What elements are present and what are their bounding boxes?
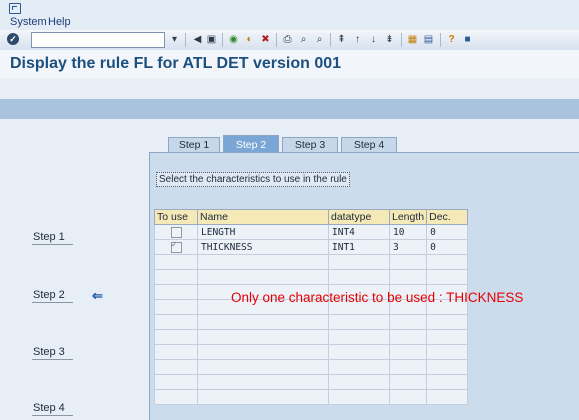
step-3-link[interactable]: Step 3 [33,346,65,358]
command-field[interactable] [31,32,165,48]
dec-cell: 0 [426,239,469,255]
to-use-checkbox[interactable] [170,226,182,238]
step-underline [32,415,73,416]
save-icon[interactable]: ▣ [205,33,218,46]
table-row[interactable] [154,254,469,270]
tab-step-1[interactable]: Step 1 [168,137,220,153]
menu-bar: System Help [0,0,579,30]
column-header-datatype[interactable]: datatype [328,209,390,225]
to-use-cell [154,239,198,255]
step-4-link[interactable]: Step 4 [33,402,65,414]
table-row[interactable] [154,389,469,405]
next-page-icon[interactable]: ↓ [367,33,380,46]
tab-step-2[interactable]: Step 2 [223,135,279,153]
table-row[interactable] [154,329,469,345]
tab-panel: Select the characteristics to use in the… [149,152,579,420]
table-row[interactable]: LENGTH INT4 10 0 [154,224,469,240]
enter-button[interactable]: ✓ [7,33,19,45]
datatype-cell: INT1 [328,239,390,255]
cancel-icon[interactable]: ✖ [259,33,272,46]
standard-toolbar: ✓ ▾ ◀ ▣ ◉ ◐ ✖ ⎙ ⌕ ⌕ ⇞ ↑ ↓ ⇟ ▦ ▤ ? ■ [0,30,579,51]
instruction-label: Select the characteristics to use in the… [156,172,350,187]
green-back-icon[interactable]: ◉ [227,33,240,46]
system-menu-icon[interactable] [9,3,21,14]
step-underline [32,244,73,245]
previous-page-icon[interactable]: ↑ [351,33,364,46]
tab-step-3[interactable]: Step 3 [282,137,338,153]
layout-icon[interactable]: ■ [461,33,474,46]
toolbar-separator [185,33,186,47]
print-icon[interactable]: ⎙ [281,33,294,46]
menu-help[interactable]: Help [48,16,71,28]
toolbar-separator [222,33,223,47]
step-1-link[interactable]: Step 1 [33,231,65,243]
table-row[interactable] [154,374,469,390]
shortcut-icon[interactable]: ▤ [422,33,435,46]
toolbar-separator [276,33,277,47]
name-cell: LENGTH [197,224,329,240]
first-page-icon[interactable]: ⇞ [335,33,348,46]
datatype-cell: INT4 [328,224,390,240]
find-next-icon[interactable]: ⌕ [313,33,326,46]
step-2-link[interactable]: Step 2 [33,289,65,301]
column-header-dec[interactable]: Dec. [426,209,469,225]
name-cell: THICKNESS [197,239,329,255]
length-cell: 3 [388,239,428,255]
table-row[interactable]: THICKNESS INT1 3 0 [154,239,469,255]
find-icon[interactable]: ⌕ [297,33,310,46]
step-underline [32,359,73,360]
length-cell: 10 [388,224,428,240]
back-arrow-icon[interactable]: ◀ [191,33,204,46]
table-row[interactable] [154,344,469,360]
dec-cell: 0 [426,224,469,240]
step-underline [32,302,73,303]
to-use-cell [154,224,198,240]
table-row[interactable] [154,269,469,285]
toolbar-separator [401,33,402,47]
table-row[interactable] [154,314,469,330]
exit-icon[interactable]: ◐ [243,33,256,46]
table-row[interactable] [154,359,469,375]
column-header-name[interactable]: Name [197,209,329,225]
create-session-icon[interactable]: ▦ [406,33,419,46]
current-step-arrow-icon: ⇐ [92,288,103,303]
column-header-to-use[interactable]: To use [154,209,198,225]
input-history-icon[interactable]: ▾ [168,33,181,46]
table-header-row: To use Name datatype Length Dec. [154,209,469,225]
command-input[interactable] [32,33,156,46]
to-use-checkbox[interactable] [170,240,182,253]
characteristics-table: To use Name datatype Length Dec. LENGTH … [154,209,469,405]
menu-system[interactable]: System [10,16,47,28]
last-page-icon[interactable]: ⇟ [383,33,396,46]
help-icon[interactable]: ? [445,33,458,46]
tab-step-4[interactable]: Step 4 [341,137,397,153]
annotation-text: Only one characteristic to be used : THI… [231,290,524,305]
title-bar: Display the rule FL for ATL DET version … [0,50,579,78]
toolbar-separator [440,33,441,47]
application-toolbar [0,99,579,119]
page-title: Display the rule FL for ATL DET version … [10,55,342,72]
toolbar-separator [330,33,331,47]
column-header-length[interactable]: Length [388,209,428,225]
